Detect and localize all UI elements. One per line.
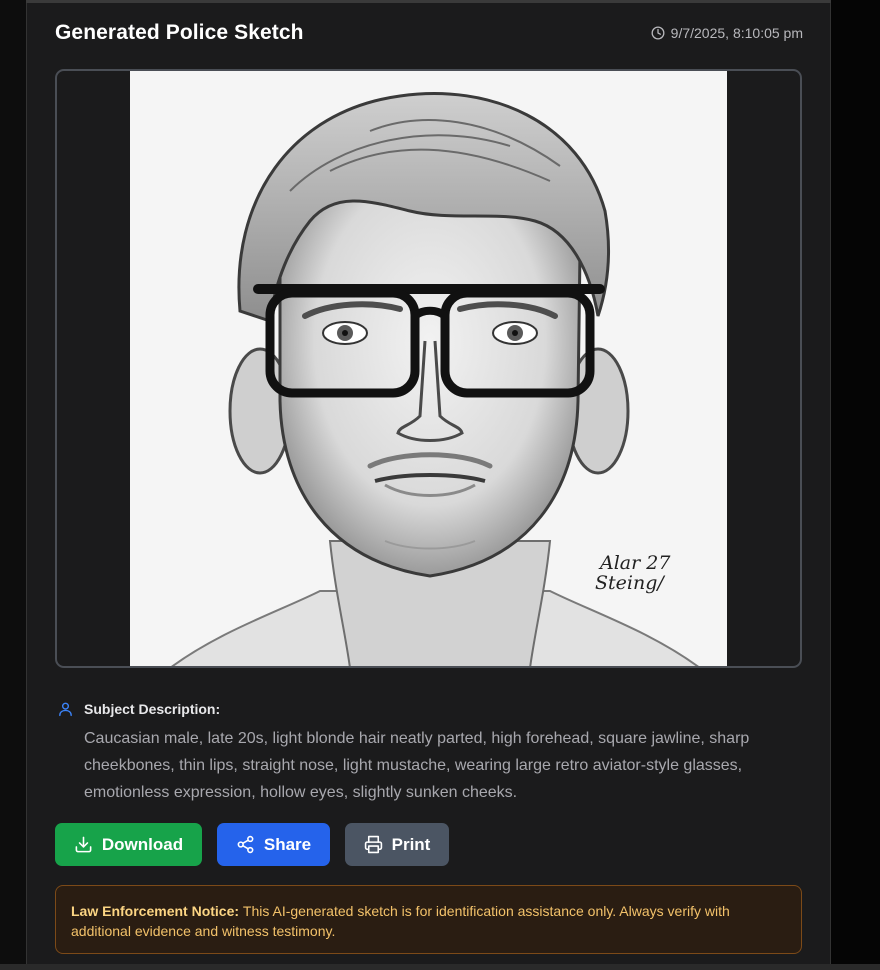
signature-text-1: Alar 27: [598, 552, 671, 574]
clock-icon: [651, 26, 665, 40]
left-backdrop: [0, 0, 26, 970]
print-label: Print: [391, 834, 431, 854]
share-button[interactable]: Share: [217, 823, 330, 866]
law-enforcement-notice: Law Enforcement Notice: This AI-generate…: [55, 885, 802, 954]
window-bottom-border: [0, 964, 880, 970]
download-button[interactable]: Download: [55, 823, 202, 866]
user-icon: [57, 700, 74, 723]
sketch-image-frame: Alar 27 Steing/: [55, 69, 802, 668]
download-label: Download: [101, 834, 184, 854]
share-label: Share: [263, 834, 312, 854]
timestamp: 9/7/2025, 8:10:05 pm: [651, 25, 803, 41]
share-icon: [236, 835, 255, 854]
printer-icon: [364, 835, 383, 854]
page-title: Generated Police Sketch: [55, 21, 304, 44]
download-icon: [74, 835, 93, 854]
print-button[interactable]: Print: [345, 823, 449, 866]
right-backdrop: [831, 0, 880, 970]
description-text: Caucasian male, late 20s, light blonde h…: [84, 730, 750, 801]
description-label: Subject Description:: [84, 701, 221, 717]
signature-text-2: Steing/: [595, 572, 665, 594]
notice-title: Law Enforcement Notice:: [71, 903, 243, 919]
police-sketch-image[interactable]: Alar 27 Steing/: [130, 71, 727, 666]
sketch-result-card: Generated Police Sketch 9/7/2025, 8:10:0…: [26, 3, 831, 964]
card-header: Generated Police Sketch 9/7/2025, 8:10:0…: [55, 21, 803, 49]
timestamp-text: 9/7/2025, 8:10:05 pm: [670, 25, 803, 41]
